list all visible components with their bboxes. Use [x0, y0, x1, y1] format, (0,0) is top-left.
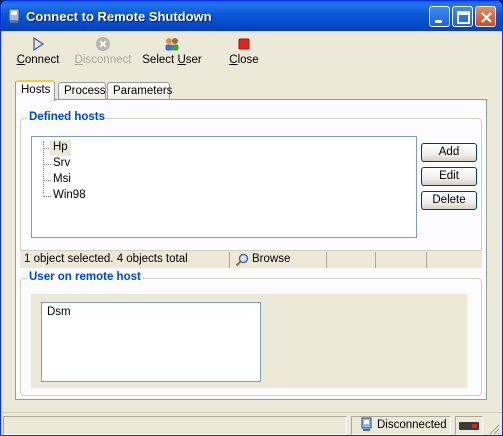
- connection-status-label: Disconnected: [377, 419, 447, 431]
- remote-user-field[interactable]: Dsm: [41, 302, 261, 382]
- user-remote-title: User on remote host: [27, 271, 143, 283]
- hosts-status-strip: 1 object selected. 4 objects total Brows…: [20, 250, 482, 268]
- hosts-panel: Defined hosts Hp Srv Msi Win98 Add Edit …: [15, 99, 487, 400]
- edit-button[interactable]: Edit: [421, 167, 477, 186]
- connect-label: onnect: [24, 54, 60, 66]
- close-label: lose: [237, 54, 259, 66]
- browse-button[interactable]: Browse: [231, 252, 327, 268]
- maximize-button[interactable]: [452, 6, 473, 27]
- select-user-label-end: ser: [185, 54, 202, 66]
- user-remote-group: User on remote host Dsm: [20, 271, 482, 396]
- defined-hosts-title: Defined hosts: [27, 111, 108, 123]
- maximize-icon: [457, 11, 470, 24]
- connect-button[interactable]: Connect: [13, 33, 63, 73]
- disconnected-indicator-icon: [459, 422, 479, 430]
- main-window: Connect to Remote Shutdown Connect Disco…: [0, 0, 503, 436]
- play-icon: [33, 36, 45, 52]
- disconnect-label: isconnect: [82, 54, 132, 66]
- connect-mnemonic: C: [16, 54, 25, 66]
- tab-parameters[interactable]: Parameters: [107, 82, 172, 100]
- stop-icon: [238, 38, 250, 50]
- connection-status: Disconnected: [351, 416, 451, 435]
- disconnect-icon: [96, 37, 110, 51]
- status-bar: Disconnected: [1, 412, 502, 435]
- disconnect-mnemonic: D: [74, 54, 83, 66]
- host-item-win98[interactable]: Win98: [50, 188, 89, 204]
- selection-count: 1 object selected. 4 objects total: [20, 252, 230, 268]
- host-item-hp[interactable]: Hp: [50, 140, 71, 156]
- users-icon: [165, 38, 179, 51]
- indicator-panel: [455, 416, 483, 435]
- minimize-button[interactable]: [429, 6, 450, 27]
- title-bar[interactable]: Connect to Remote Shutdown: [1, 1, 502, 31]
- defined-hosts-group: Defined hosts Hp Srv Msi Win98 Add Edit …: [20, 111, 482, 268]
- select-user-button[interactable]: Select User: [141, 33, 203, 73]
- delete-button[interactable]: Delete: [421, 191, 477, 210]
- status-segment: [328, 252, 376, 268]
- resize-grip-icon[interactable]: [488, 423, 500, 435]
- tab-process[interactable]: Process: [58, 82, 106, 100]
- window-title: Connect to Remote Shutdown: [26, 9, 212, 24]
- minimize-icon: [435, 20, 442, 23]
- status-segment: [377, 252, 427, 268]
- hosts-tree[interactable]: Hp Srv Msi Win98: [31, 136, 417, 238]
- close-button[interactable]: Close: [223, 33, 265, 73]
- magnifier-icon: [235, 253, 249, 267]
- add-button[interactable]: Add: [421, 143, 477, 162]
- close-icon: [481, 12, 492, 23]
- toolbar: Connect Disconnect Select User Close: [1, 31, 502, 75]
- host-item-srv[interactable]: Srv: [50, 156, 73, 172]
- select-user-mnemonic: U: [177, 54, 186, 66]
- close-mnemonic: C: [229, 54, 238, 66]
- user-area: Dsm: [31, 294, 467, 388]
- disconnect-button[interactable]: Disconnect: [71, 33, 135, 73]
- status-panel: [3, 416, 347, 435]
- host-item-msi[interactable]: Msi: [50, 172, 74, 188]
- select-user-label: Select: [142, 54, 178, 66]
- computer-icon: [361, 417, 372, 431]
- close-window-button[interactable]: [475, 6, 496, 27]
- app-icon: [8, 8, 20, 23]
- browse-label: Browse: [252, 253, 291, 265]
- tab-hosts[interactable]: Hosts: [15, 80, 55, 101]
